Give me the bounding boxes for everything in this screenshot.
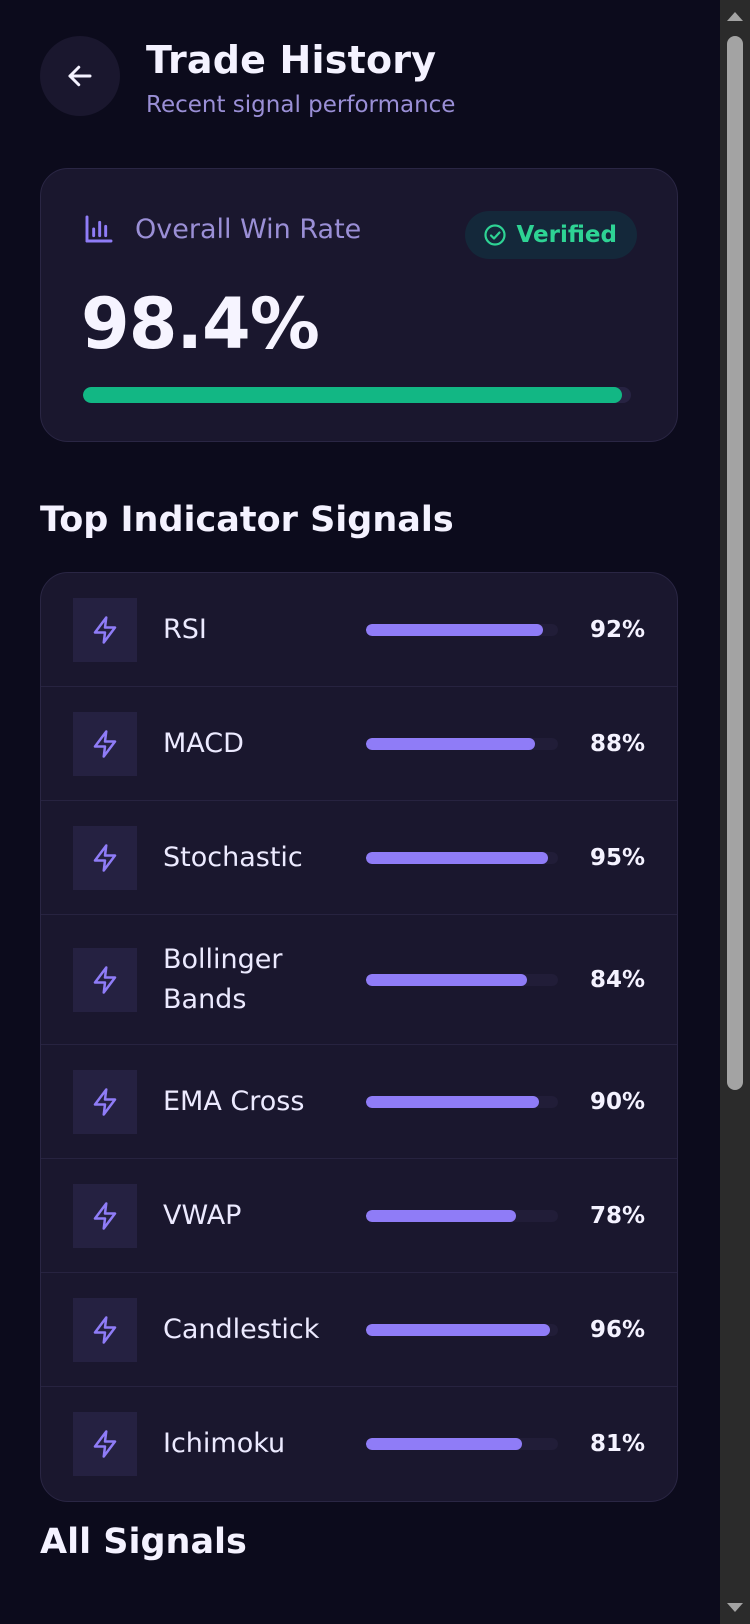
indicator-icon-box bbox=[73, 1297, 137, 1362]
indicator-progress bbox=[366, 1323, 558, 1336]
indicator-progress bbox=[366, 1209, 558, 1222]
indicator-progress bbox=[366, 851, 558, 864]
check-circle-icon bbox=[483, 224, 506, 246]
indicator-percent: 81% bbox=[589, 1431, 645, 1457]
lightning-bolt-icon bbox=[93, 1430, 117, 1458]
lightning-bolt-icon bbox=[93, 729, 117, 758]
lightning-bolt-icon bbox=[93, 1315, 117, 1344]
indicator-percent: 92% bbox=[589, 616, 645, 643]
indicator-section-title: Top Indicator Signals bbox=[40, 500, 454, 540]
indicator-row[interactable]: Stochastic 95% bbox=[41, 801, 677, 915]
indicator-progress bbox=[366, 623, 558, 636]
scroll-up-arrow[interactable] bbox=[727, 12, 743, 21]
indicator-name: Bollinger Bands bbox=[163, 943, 283, 1015]
arrow-left-icon bbox=[68, 65, 92, 87]
indicator-row[interactable]: Candlestick 96% bbox=[41, 1273, 677, 1387]
header-text: Trade History Recent signal performance bbox=[146, 36, 455, 120]
all-signals-title: All Signals bbox=[40, 1522, 247, 1562]
indicator-progress-fill bbox=[366, 1209, 516, 1222]
lightning-bolt-icon bbox=[93, 965, 117, 994]
indicator-icon-box bbox=[73, 1069, 137, 1134]
win-rate-label: Overall Win Rate bbox=[135, 213, 362, 245]
win-rate-progress-fill bbox=[83, 387, 623, 403]
indicator-progress-fill bbox=[366, 1323, 551, 1336]
indicator-progress bbox=[366, 737, 558, 750]
indicator-percent: 96% bbox=[589, 1316, 645, 1343]
page-subtitle: Recent signal performance bbox=[146, 92, 456, 118]
verified-label: Verified bbox=[516, 222, 617, 248]
indicator-row[interactable]: MACD 88% bbox=[41, 687, 677, 801]
indicator-icon-box bbox=[73, 597, 137, 662]
lightning-bolt-icon bbox=[93, 843, 117, 872]
indicator-row[interactable]: Ichimoku 81% bbox=[41, 1387, 677, 1501]
indicator-percent: 84% bbox=[589, 966, 645, 993]
indicator-progress-fill bbox=[366, 1095, 539, 1108]
win-rate-label-row: Overall Win Rate bbox=[83, 213, 361, 245]
indicator-name: EMA Cross bbox=[163, 1085, 305, 1117]
indicator-row[interactable]: VWAP 78% bbox=[41, 1159, 677, 1273]
page-viewport: Trade History Recent signal performance … bbox=[0, 0, 720, 1624]
win-rate-card: Overall Win Rate Verified 98.4% bbox=[40, 168, 678, 442]
indicator-icon-box bbox=[73, 1412, 137, 1476]
page-header: Trade History Recent signal performance bbox=[40, 36, 455, 120]
indicator-row[interactable]: EMA Cross 90% bbox=[41, 1045, 677, 1159]
indicator-name: Ichimoku bbox=[163, 1428, 286, 1459]
indicator-progress bbox=[366, 973, 558, 986]
indicator-name: Stochastic bbox=[163, 841, 303, 873]
scroll-down-arrow[interactable] bbox=[727, 1603, 743, 1612]
page-title: Trade History bbox=[146, 38, 437, 82]
scroll-thumb[interactable] bbox=[727, 36, 743, 1090]
indicator-percent: 95% bbox=[589, 844, 645, 871]
win-rate-progress bbox=[83, 387, 631, 403]
win-rate-value: 98.4% bbox=[81, 283, 320, 365]
indicator-icon-box bbox=[73, 1183, 137, 1248]
indicator-name: Candlestick bbox=[163, 1313, 320, 1345]
indicator-progress bbox=[366, 1438, 558, 1450]
indicator-icon-box bbox=[73, 711, 137, 776]
verified-badge: Verified bbox=[464, 211, 637, 259]
indicator-list: RSI 92% MACD 88% Stochastic 95% Bollinger Band… bbox=[40, 572, 678, 1502]
scrollbar[interactable] bbox=[720, 0, 750, 1624]
lightning-bolt-icon bbox=[93, 615, 117, 644]
indicator-row[interactable]: Bollinger Bands 84% bbox=[41, 915, 677, 1045]
indicator-progress-fill bbox=[366, 973, 528, 986]
indicator-progress-fill bbox=[366, 737, 535, 750]
indicator-progress-fill bbox=[366, 1438, 522, 1450]
indicator-icon-box bbox=[73, 947, 137, 1012]
indicator-name: RSI bbox=[163, 613, 207, 645]
indicator-percent: 78% bbox=[589, 1202, 645, 1229]
back-button[interactable] bbox=[40, 36, 120, 116]
indicator-name: MACD bbox=[163, 727, 244, 759]
bar-chart-icon bbox=[85, 215, 113, 243]
indicator-row[interactable]: RSI 92% bbox=[41, 573, 677, 687]
indicator-icon-box bbox=[73, 825, 137, 890]
lightning-bolt-icon bbox=[93, 1201, 117, 1230]
indicator-percent: 90% bbox=[589, 1088, 645, 1115]
indicator-progress bbox=[366, 1095, 558, 1108]
indicator-progress-fill bbox=[366, 851, 549, 864]
lightning-bolt-icon bbox=[93, 1087, 117, 1116]
indicator-percent: 88% bbox=[589, 730, 645, 757]
indicator-name: VWAP bbox=[163, 1199, 242, 1231]
indicator-progress-fill bbox=[366, 623, 543, 636]
